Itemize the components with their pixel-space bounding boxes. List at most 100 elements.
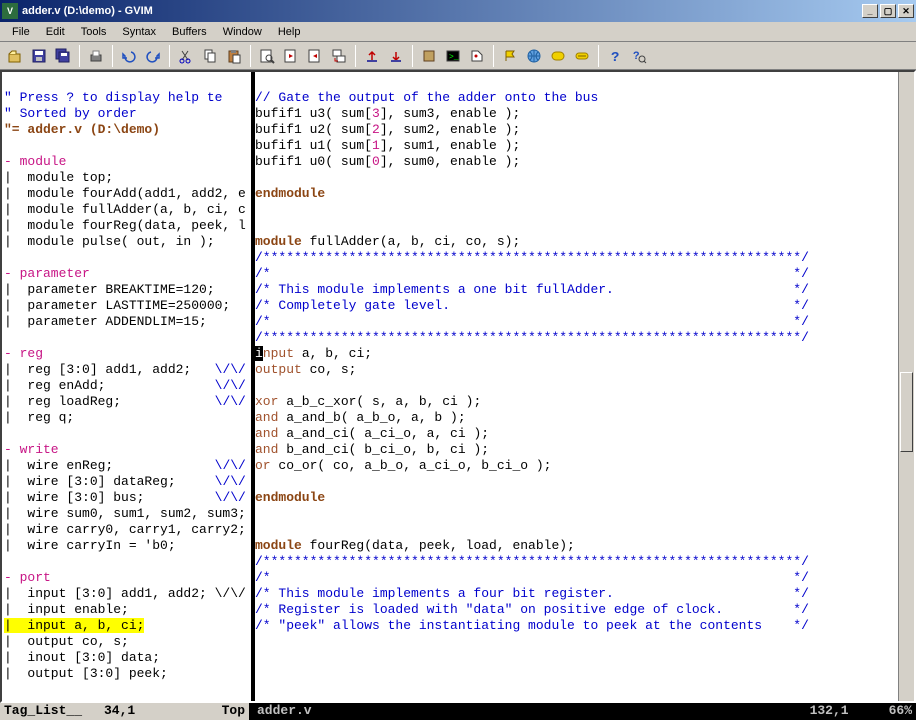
svg-text:>_: >_ <box>449 53 459 62</box>
code-line: and a_and_b( a_b_o, a, b ); <box>255 410 466 425</box>
code-comment: /* This module implements a one bit full… <box>255 282 809 297</box>
code-comment: /* */ <box>255 266 809 281</box>
taglist-item[interactable]: | module fourAdd(add1, add2, e <box>4 186 246 201</box>
tagjump-icon[interactable] <box>499 45 521 67</box>
taglist-item[interactable]: | module pulse( out, in ); <box>4 234 215 249</box>
status-right: adder.v 132,1 66% <box>253 703 916 720</box>
close-button[interactable]: ✕ <box>898 4 914 18</box>
menu-window[interactable]: Window <box>215 24 270 40</box>
code-module-decl: module fullAdder(a, b, ci, co, s); <box>255 234 520 249</box>
toolbar-separator <box>598 45 599 67</box>
taglist-pane[interactable]: " Press ? to display help te " Sorted by… <box>2 72 251 701</box>
make-icon[interactable] <box>418 45 440 67</box>
paste-icon[interactable] <box>223 45 245 67</box>
taglist-item[interactable]: | wire carryIn = 'b0; <box>4 538 176 553</box>
taglist-sec-reg[interactable]: - reg <box>4 346 43 361</box>
taglist-item[interactable]: | wire sum0, sum1, sum2, sum3; <box>4 506 246 521</box>
taglist-item[interactable]: | parameter LASTTIME=250000; <box>4 298 230 313</box>
menu-buffers[interactable]: Buffers <box>164 24 215 40</box>
taglist-item[interactable]: | module top; <box>4 170 113 185</box>
help-tag-icon[interactable] <box>571 45 593 67</box>
taglist-item[interactable]: | parameter ADDENDLIM=15; <box>4 314 207 329</box>
findnext-icon[interactable] <box>280 45 302 67</box>
taglist-item[interactable]: | input enable; <box>4 602 129 617</box>
status-left-pct: Top <box>222 703 245 720</box>
findprev-icon[interactable] <box>304 45 326 67</box>
code-endmodule: endmodule <box>255 490 325 505</box>
menu-tools[interactable]: Tools <box>73 24 115 40</box>
taglist-item[interactable]: | wire carry0, carry1, carry2; <box>4 522 246 537</box>
code-comment: /* This module implements a four bit reg… <box>255 586 809 601</box>
save-icon[interactable] <box>28 45 50 67</box>
taglist-help1: " Press ? to display help te <box>4 90 222 105</box>
cursor: i <box>255 346 263 361</box>
menu-edit[interactable]: Edit <box>38 24 73 40</box>
code-line: xor a_b_c_xor( s, a, b, ci ); <box>255 394 481 409</box>
saveall-icon[interactable] <box>52 45 74 67</box>
status-right-name: adder.v <box>257 703 810 720</box>
cut-icon[interactable] <box>175 45 197 67</box>
minimize-button[interactable]: _ <box>862 4 878 18</box>
maximize-button[interactable]: ▢ <box>880 4 896 18</box>
code-module-decl: module fourReg(data, peek, load, enable)… <box>255 538 575 553</box>
taglist-item[interactable]: | reg q; <box>4 410 74 425</box>
replace-icon[interactable] <box>328 45 350 67</box>
statusbars: Tag_List__ 34,1 Top adder.v 132,1 66% <box>0 703 916 720</box>
taglist-item[interactable]: | wire [3:0] dataReg; \/\/ <box>4 474 246 489</box>
taglist-item[interactable]: | module fullAdder(a, b, ci, c <box>4 202 246 217</box>
helpfind-icon[interactable]: ? <box>628 45 650 67</box>
taglist-sec-wire[interactable]: - write <box>4 442 59 457</box>
copy-icon[interactable] <box>199 45 221 67</box>
source-pane[interactable]: // Gate the output of the adder onto the… <box>255 72 898 701</box>
window-buttons: _ ▢ ✕ <box>862 4 914 18</box>
taglist-item[interactable]: | inout [3:0] data; <box>4 650 160 665</box>
menu-file[interactable]: File <box>4 24 38 40</box>
code-line: bufif1 u2( sum[2], sum2, enable ); <box>255 122 520 137</box>
toolbar-separator <box>79 45 80 67</box>
toolbar: >_ ? ? <box>0 42 916 70</box>
undo-icon[interactable] <box>118 45 140 67</box>
help-icon[interactable]: ? <box>604 45 626 67</box>
code-comment: /* "peek" allows the instantiating modul… <box>255 618 809 633</box>
sessload-icon[interactable] <box>361 45 383 67</box>
window-title: adder.v (D:\demo) - GVIM <box>22 5 862 17</box>
scrollbar-thumb[interactable] <box>900 372 913 452</box>
find-icon[interactable] <box>256 45 278 67</box>
taglist-sec-parameter[interactable]: - parameter <box>4 266 90 281</box>
app-icon: V <box>2 3 18 19</box>
taglist-item[interactable]: | reg loadReg; \/\/ <box>4 394 246 409</box>
print-icon[interactable] <box>85 45 107 67</box>
taglist-item[interactable]: | module fourReg(data, peek, l <box>4 218 246 233</box>
taglist-sec-module[interactable]: - module <box>4 154 66 169</box>
open-icon[interactable] <box>4 45 26 67</box>
code-line: output co, s; <box>255 362 356 377</box>
taglist-item[interactable]: | output co, s; <box>4 634 129 649</box>
taglist-item[interactable]: | wire enReg; \/\/ <box>4 458 246 473</box>
taglist-item[interactable]: | reg enAdd; \/\/ <box>4 378 246 393</box>
taglist-item[interactable]: | input [3:0] add1, add2; \/\/ <box>4 586 246 601</box>
taglist-item[interactable]: | parameter BREAKTIME=120; <box>4 282 215 297</box>
menu-syntax[interactable]: Syntax <box>114 24 164 40</box>
code-line: and b_and_ci( b_ci_o, b, ci ); <box>255 442 489 457</box>
svg-text:?: ? <box>611 50 619 64</box>
code-line: bufif1 u3( sum[3], sum3, enable ); <box>255 106 520 121</box>
code-comment: /***************************************… <box>255 250 809 265</box>
code-cursor-line: input a, b, ci; <box>255 346 372 361</box>
redo-icon[interactable] <box>142 45 164 67</box>
ctags-icon[interactable] <box>466 45 488 67</box>
help-highlight-icon[interactable] <box>547 45 569 67</box>
code-comment: /* Completely gate level. */ <box>255 298 809 313</box>
menu-help[interactable]: Help <box>270 24 309 40</box>
vertical-scrollbar[interactable] <box>898 72 914 701</box>
taglist-sec-port[interactable]: - port <box>4 570 51 585</box>
taglist-item[interactable]: | output [3:0] peek; <box>4 666 168 681</box>
taglist-item[interactable]: | reg [3:0] add1, add2; \/\/ <box>4 362 246 377</box>
sesssave-icon[interactable] <box>385 45 407 67</box>
shell-icon[interactable]: >_ <box>442 45 464 67</box>
code-comment: // Gate the output of the adder onto the… <box>255 90 598 105</box>
code-comment: /* */ <box>255 314 809 329</box>
globe-icon[interactable] <box>523 45 545 67</box>
taglist-item-selected[interactable]: | input a, b, ci; <box>4 618 144 633</box>
taglist-item[interactable]: | wire [3:0] bus; \/\/ <box>4 490 246 505</box>
status-left: Tag_List__ 34,1 Top <box>0 703 249 720</box>
